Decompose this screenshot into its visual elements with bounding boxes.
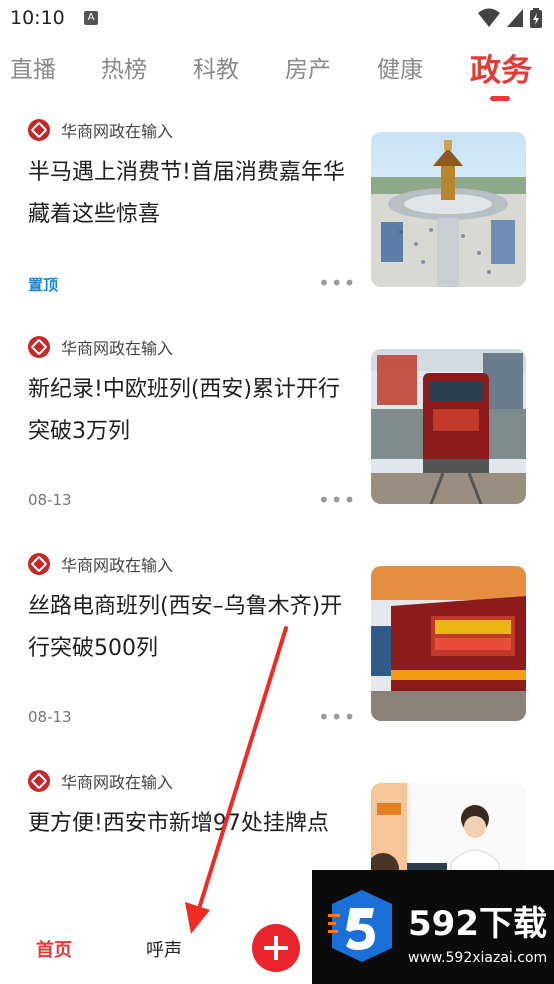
news-thumbnail[interactable] (371, 566, 526, 721)
signal-icon (507, 9, 523, 27)
more-options-icon[interactable]: ••• (318, 490, 356, 510)
news-card[interactable]: 华商网政在输入 半马遇上消费节!首届消费嘉年华藏着这些惊喜 置顶 ••• (0, 104, 554, 321)
news-title[interactable]: 新纪录!中欧班列(西安)累计开行突破3万列 (28, 369, 346, 453)
news-source: 华商网政在输入 (28, 335, 173, 359)
watermark: 592下载 www.592xiazai.com (312, 870, 554, 984)
more-options-icon[interactable]: ••• (318, 707, 356, 727)
source-name: 华商网政在输入 (61, 556, 174, 575)
nav-home[interactable]: 首页 (36, 936, 72, 962)
source-name: 华商网政在输入 (61, 122, 174, 141)
wifi-icon (478, 8, 500, 27)
notification-badge-icon: A (84, 11, 98, 25)
news-card[interactable]: 华商网政在输入 新纪录!中欧班列(西安)累计开行突破3万列 08-13 ••• (0, 321, 554, 538)
publish-date: 08-13 (28, 708, 72, 726)
status-icons (478, 8, 542, 28)
publish-date: 08-13 (28, 491, 72, 509)
news-source: 华商网政在输入 (28, 552, 173, 576)
more-options-icon[interactable]: ••• (318, 273, 356, 293)
pinned-badge: 置顶 (28, 276, 59, 294)
source-name: 华商网政在输入 (61, 773, 174, 792)
news-card[interactable]: 华商网政在输入 丝路电商班列(西安–乌鲁木齐)开行突破500列 08-13 ••… (0, 538, 554, 755)
battery-icon (530, 8, 542, 28)
source-logo-icon (28, 553, 50, 575)
tab-live[interactable]: 直播 (10, 50, 56, 84)
watermark-url: www.592xiazai.com (408, 950, 548, 966)
tab-government-affairs[interactable]: 政务 (470, 45, 532, 90)
active-tab-indicator (490, 96, 510, 101)
watermark-brand: 592下载 (408, 904, 547, 944)
news-thumbnail[interactable] (371, 132, 526, 287)
source-name: 华商网政在输入 (61, 339, 174, 358)
news-title[interactable]: 丝路电商班列(西安–乌鲁木齐)开行突破500列 (28, 586, 346, 670)
news-title[interactable]: 半马遇上消费节!首届消费嘉年华藏着这些惊喜 (28, 152, 346, 236)
status-time: 10:10 (10, 7, 65, 29)
news-title[interactable]: 更方便!西安市新增97处挂牌点 (28, 803, 346, 845)
news-source: 华商网政在输入 (28, 118, 173, 142)
nav-voice[interactable]: 呼声 (146, 936, 182, 962)
tab-hot-list[interactable]: 热榜 (101, 50, 147, 84)
tab-science-education[interactable]: 科教 (193, 50, 239, 84)
source-logo-icon (28, 119, 50, 141)
watermark-logo-icon (328, 890, 392, 962)
status-bar: 10:10 A (0, 0, 554, 36)
tab-health[interactable]: 健康 (377, 50, 423, 84)
news-thumbnail[interactable] (371, 349, 526, 504)
source-logo-icon (28, 336, 50, 358)
source-logo-icon (28, 770, 50, 792)
news-source: 华商网政在输入 (28, 769, 173, 793)
category-tabs: 直播 热榜 科教 房产 健康 政务 (0, 40, 554, 104)
tab-real-estate[interactable]: 房产 (285, 50, 331, 84)
add-post-button[interactable] (252, 924, 300, 972)
